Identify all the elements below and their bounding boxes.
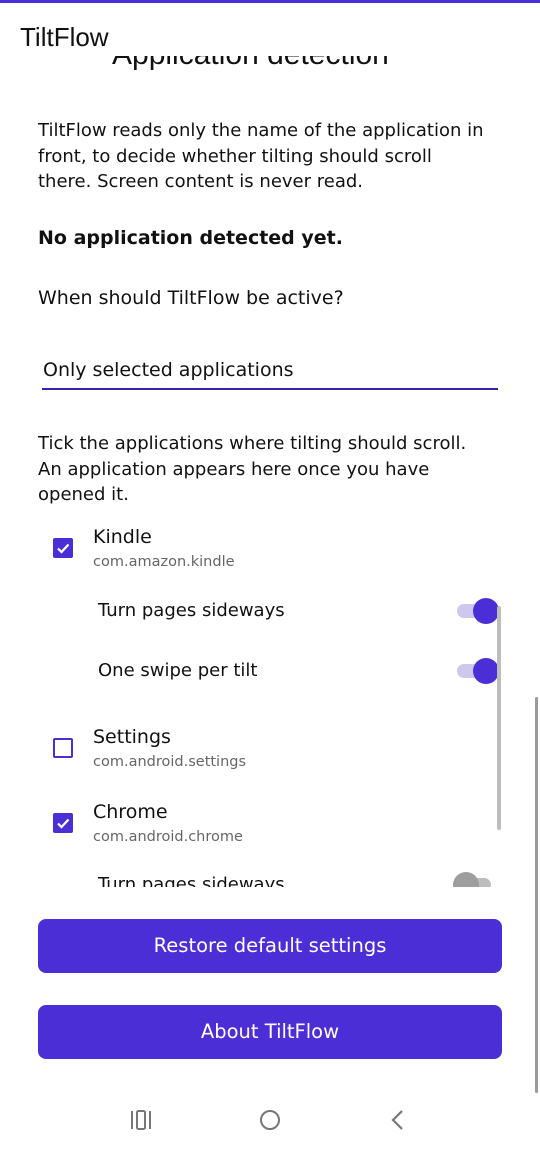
detected-status: No application detected yet. [38,227,343,249]
kindle-turn-pages-sideways-toggle[interactable] [457,597,499,624]
section-heading: Application detection [112,56,389,72]
restore-defaults-button[interactable]: Restore default settings [38,919,502,973]
list-scrollbar[interactable] [497,606,501,830]
intro-text: TiltFlow reads only the name of the appl… [38,120,484,192]
active-mode-select[interactable]: Only selected applications [42,356,498,390]
app-title: TiltFlow [20,22,109,52]
list-help-text: Tick the applications where tilting shou… [38,433,467,505]
chrome-checkbox[interactable] [53,813,73,833]
kindle-one-swipe-per-tilt-toggle[interactable] [457,657,499,684]
chrome-option-label: Turn pages sideways [98,874,285,887]
app-row-settings[interactable]: Settings com.android.settings [0,723,500,783]
kindle-checkbox[interactable] [53,538,73,558]
app-name: Kindle [93,526,152,548]
kindle-option-label: One swipe per tilt [98,660,258,681]
page-scrollbar[interactable] [535,697,538,1093]
app-package: com.android.chrome [93,829,243,845]
kindle-option-label: Turn pages sideways [98,600,285,621]
chrome-turn-pages-sideways-toggle[interactable] [453,871,499,887]
active-mode-select-value: Only selected applications [43,359,294,381]
app-package: com.amazon.kindle [93,554,235,570]
active-question-label: When should TiltFlow be active? [38,287,344,309]
toggle-thumb [453,872,479,887]
check-icon [57,543,70,554]
back-icon[interactable] [383,1107,413,1133]
toggle-thumb [473,598,499,624]
app-list[interactable]: Kindle com.amazon.kindle Turn pages side… [0,505,540,887]
about-button[interactable]: About TiltFlow [38,1005,502,1059]
check-icon [57,818,70,829]
app-package: com.android.settings [93,754,247,770]
system-navigation-bar [0,1090,540,1150]
recent-apps-icon[interactable] [126,1107,156,1133]
app-name: Settings [93,726,171,748]
status-accent-line [0,0,540,3]
toggle-thumb [473,658,499,684]
section-heading-clipped: Application detection [0,56,540,78]
home-icon[interactable] [255,1107,285,1133]
app-name: Chrome [93,801,168,823]
app-row-chrome[interactable]: Chrome com.android.chrome [0,798,500,858]
settings-checkbox[interactable] [53,738,73,758]
app-row-kindle[interactable]: Kindle com.amazon.kindle [0,523,500,583]
